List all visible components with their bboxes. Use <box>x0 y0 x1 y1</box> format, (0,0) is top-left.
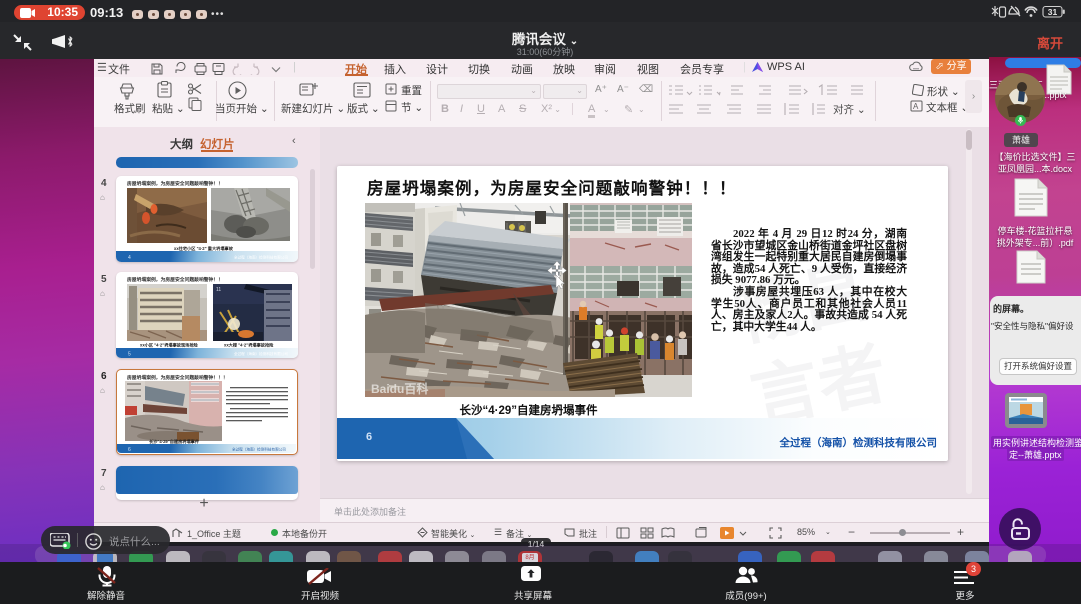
svg-text:全过程（海南）检测科技有限公司: 全过程（海南）检测科技有限公司 <box>232 447 286 452</box>
svg-text:5: 5 <box>128 352 131 358</box>
svg-text:11: 11 <box>216 287 221 293</box>
svg-text:房屋坍塌案例，为房屋安全问题敲响警钟！！: 房屋坍塌案例，为房屋安全问题敲响警钟！！ <box>126 276 223 283</box>
svg-text:全过程（海南）检测科技有限公司: 全过程（海南）检测科技有限公司 <box>234 255 288 260</box>
svg-text:6: 6 <box>128 447 131 453</box>
svg-text:全过程（海南）检测科技有限公司: 全过程（海南）检测科技有限公司 <box>234 351 288 356</box>
svg-text:4: 4 <box>128 255 131 261</box>
svg-text:Baidu百科: Baidu百科 <box>371 381 428 396</box>
svg-text:A: A <box>913 102 919 111</box>
svg-text:31: 31 <box>1048 7 1058 17</box>
svg-text:房屋坍塌案例，为房屋安全问题敲响警钟！！: 房屋坍塌案例，为房屋安全问题敲响警钟！！ <box>126 180 223 187</box>
svg-text:对齐 ⌄: 对齐 ⌄ <box>833 103 865 116</box>
svg-text:房屋坍塌案例，为房屋安全问题敲响警钟！！！: 房屋坍塌案例，为房屋安全问题敲响警钟！！！ <box>126 374 228 381</box>
